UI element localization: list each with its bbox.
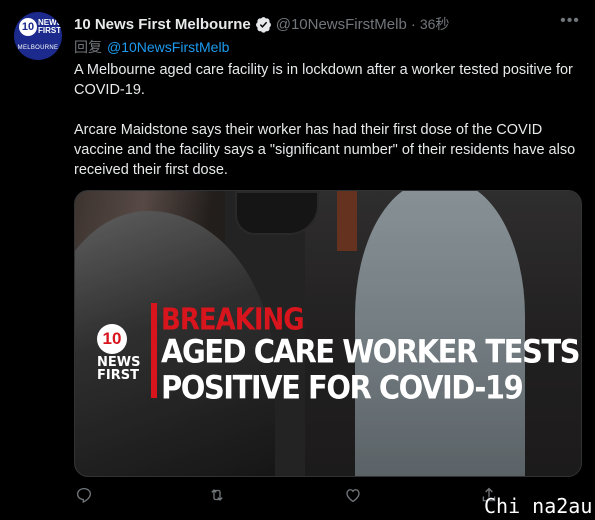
news-logo-text: NEWS FIRST [97, 355, 141, 383]
tweet-text-paragraph-1: A Melbourne aged care facility is in loc… [74, 62, 573, 98]
reply-icon [76, 487, 92, 504]
breaking-red-bar [151, 303, 157, 398]
reply-context: 回复 @10NewsFirstMelb [74, 37, 229, 57]
tweet-media-image[interactable]: 10 NEWS FIRST BREAKING AGED CARE WORKER … [74, 190, 582, 477]
reply-mention-link[interactable]: @10NewsFirstMelb [107, 39, 229, 55]
author-handle[interactable]: @10NewsFirstMelb [276, 16, 407, 33]
avatar[interactable]: 10 NEWS FIRST MELBOURNE [14, 12, 62, 60]
retweet-icon [211, 489, 223, 501]
avatar-city-text: MELBOURNE [17, 45, 59, 51]
watermark: Chi na2au [484, 494, 593, 518]
like-button[interactable] [344, 486, 362, 508]
headline-line-2: POSITIVE FOR COVID-19 [161, 369, 524, 407]
ten-logo-mark: 10 [19, 18, 37, 36]
avatar-news-text: NEWS FIRST [38, 18, 62, 35]
more-options-icon[interactable]: ••• [558, 13, 582, 34]
verified-badge-icon [255, 16, 271, 33]
author-name[interactable]: 10 News First Melbourne [74, 16, 251, 33]
tweet-header: 10 News First Melbourne @10NewsFirstMelb… [74, 13, 449, 35]
like-icon [346, 489, 360, 503]
retweet-button[interactable] [208, 486, 226, 508]
reply-label: 回复 [74, 39, 102, 55]
tweet-time[interactable]: 36秒 [420, 14, 450, 34]
news-logo-ten: 10 [97, 324, 127, 354]
tweet-text-paragraph-2: Arcare Maidstone says their worker has h… [74, 122, 576, 178]
separator-dot: · [410, 15, 416, 33]
reply-button[interactable] [75, 486, 93, 508]
headline-line-1: AGED CARE WORKER TESTS [161, 333, 581, 371]
